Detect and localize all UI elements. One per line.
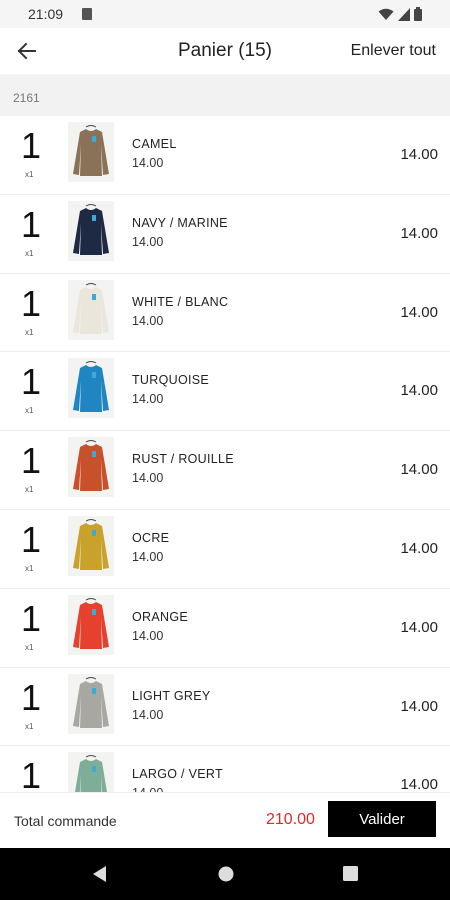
sweater-icon xyxy=(73,518,109,570)
cart-item-row[interactable]: 1 x1 WHITE / BLANC 14.00 14.00 xyxy=(0,274,450,353)
wifi-icon xyxy=(378,8,394,20)
item-unit-price: 14.00 xyxy=(132,156,164,170)
item-total-price: 14.00 xyxy=(400,146,438,163)
item-name: LARGO / VERT xyxy=(132,767,223,782)
sweater-icon xyxy=(73,676,109,728)
item-name: TURQUOISE xyxy=(132,373,210,388)
product-thumbnail xyxy=(68,200,114,261)
item-name: RUST / ROUILLE xyxy=(132,452,234,467)
system-icons xyxy=(378,7,422,21)
recents-square-icon[interactable] xyxy=(343,866,358,886)
item-quantity-multiplier: x1 xyxy=(25,327,34,337)
cart-item-row[interactable]: 1 x1 RUST / ROUILLE 14.00 14.00 xyxy=(0,431,450,510)
item-total-price: 14.00 xyxy=(400,697,438,715)
signal-icon xyxy=(398,7,410,21)
item-unit-price: 14.00 xyxy=(132,392,164,407)
order-footer: Total commande 210.00 Valider xyxy=(0,792,450,848)
item-unit-price: 14.00 xyxy=(132,549,164,564)
product-thumbnail xyxy=(68,515,114,576)
item-unit-price: 14.00 xyxy=(132,707,164,722)
sweater-icon xyxy=(73,440,109,492)
item-total-price: 14.00 xyxy=(400,776,438,792)
item-quantity: 1 xyxy=(20,125,42,166)
item-quantity-multiplier: x1 xyxy=(25,563,34,573)
item-quantity: 1 xyxy=(20,597,42,639)
cart-item-row[interactable]: 1 x1 OCRE 14.00 14.00 xyxy=(0,510,450,589)
battery-icon xyxy=(414,7,422,21)
item-unit-price: 14.00 xyxy=(132,628,164,643)
order-total-label: Total commande xyxy=(14,813,117,829)
item-name: WHITE / BLANC xyxy=(132,294,229,309)
product-thumbnail xyxy=(68,594,114,655)
item-quantity-multiplier: x1 xyxy=(25,485,34,495)
item-total-price: 14.00 xyxy=(400,618,438,636)
product-thumbnail xyxy=(68,122,114,182)
arrow-left-icon xyxy=(17,42,36,60)
back-triangle-icon[interactable] xyxy=(92,866,108,887)
item-quantity: 1 xyxy=(20,440,42,482)
item-quantity-multiplier: x1 xyxy=(25,406,34,416)
item-total-price: 14.00 xyxy=(400,461,438,479)
item-quantity: 1 xyxy=(20,755,42,792)
item-quantity: 1 xyxy=(20,361,42,403)
item-unit-price: 14.00 xyxy=(132,234,164,249)
system-nav-bar xyxy=(0,848,450,900)
item-quantity-multiplier: x1 xyxy=(25,170,34,179)
sweater-icon xyxy=(73,203,109,255)
home-circle-icon[interactable] xyxy=(218,866,234,887)
item-name: ORANGE xyxy=(132,609,188,624)
section-label: 2161 xyxy=(13,91,40,105)
item-quantity: 1 xyxy=(20,203,42,245)
cart-item-row[interactable]: 1 x1 NAVY / MARINE 14.00 14.00 xyxy=(0,195,450,274)
item-unit-price: 14.00 xyxy=(132,471,164,486)
product-thumbnail xyxy=(68,752,114,792)
product-thumbnail xyxy=(68,279,114,340)
item-quantity: 1 xyxy=(20,676,42,718)
cart-item-row[interactable]: 1 x1 ORANGE 14.00 14.00 xyxy=(0,589,450,668)
validate-button[interactable]: Valider xyxy=(328,801,436,837)
status-bar: 21:09 xyxy=(0,0,450,28)
order-total-amount: 210.00 xyxy=(266,811,315,828)
cart-item-row[interactable]: 1 x1 LIGHT GREY 14.00 14.00 xyxy=(0,668,450,747)
cart-item-row[interactable]: 1x1LARGO / VERT14.0014.00 xyxy=(0,746,450,792)
item-total-price: 14.00 xyxy=(400,539,438,557)
product-thumbnail xyxy=(68,358,114,419)
item-name: LIGHT GREY xyxy=(132,688,211,703)
sweater-icon xyxy=(73,282,109,334)
sweater-icon xyxy=(73,125,109,176)
app-bar: Panier (15) Enlever tout xyxy=(0,28,450,74)
item-name: OCRE xyxy=(132,530,170,545)
item-name: NAVY / MARINE xyxy=(132,215,228,230)
cart-list[interactable]: 1 x1 CAMEL 14.00 14.00 1 x1 NAVY / MARINE 14.00 1… xyxy=(0,116,450,792)
status-time: 21:09 xyxy=(28,6,64,22)
item-quantity-multiplier: x1 xyxy=(25,721,34,731)
item-unit-price: 14.00 xyxy=(132,313,164,328)
item-name: CAMEL xyxy=(132,137,177,151)
item-quantity-multiplier: x1 xyxy=(25,248,34,258)
item-quantity-multiplier: x1 xyxy=(25,642,34,652)
cart-item-row[interactable]: 1 x1 CAMEL 14.00 14.00 xyxy=(0,116,450,195)
item-total-price: 14.00 xyxy=(400,303,438,321)
item-total-price: 14.00 xyxy=(400,224,438,242)
sweater-icon xyxy=(73,597,109,649)
cart-item-row[interactable]: 1 x1 TURQUOISE 14.00 14.00 xyxy=(0,352,450,432)
item-quantity: 1 xyxy=(20,518,42,560)
item-total-price: 14.00 xyxy=(400,382,438,400)
section-header: 2161 xyxy=(0,74,450,116)
back-button[interactable] xyxy=(14,38,40,64)
sweater-icon xyxy=(75,755,107,792)
clear-all-button[interactable]: Enlever tout xyxy=(351,42,436,60)
sd-card-icon xyxy=(82,8,92,20)
product-thumbnail xyxy=(68,437,114,498)
sweater-icon xyxy=(73,361,109,413)
item-quantity: 1 xyxy=(20,282,42,324)
product-thumbnail xyxy=(68,673,114,734)
